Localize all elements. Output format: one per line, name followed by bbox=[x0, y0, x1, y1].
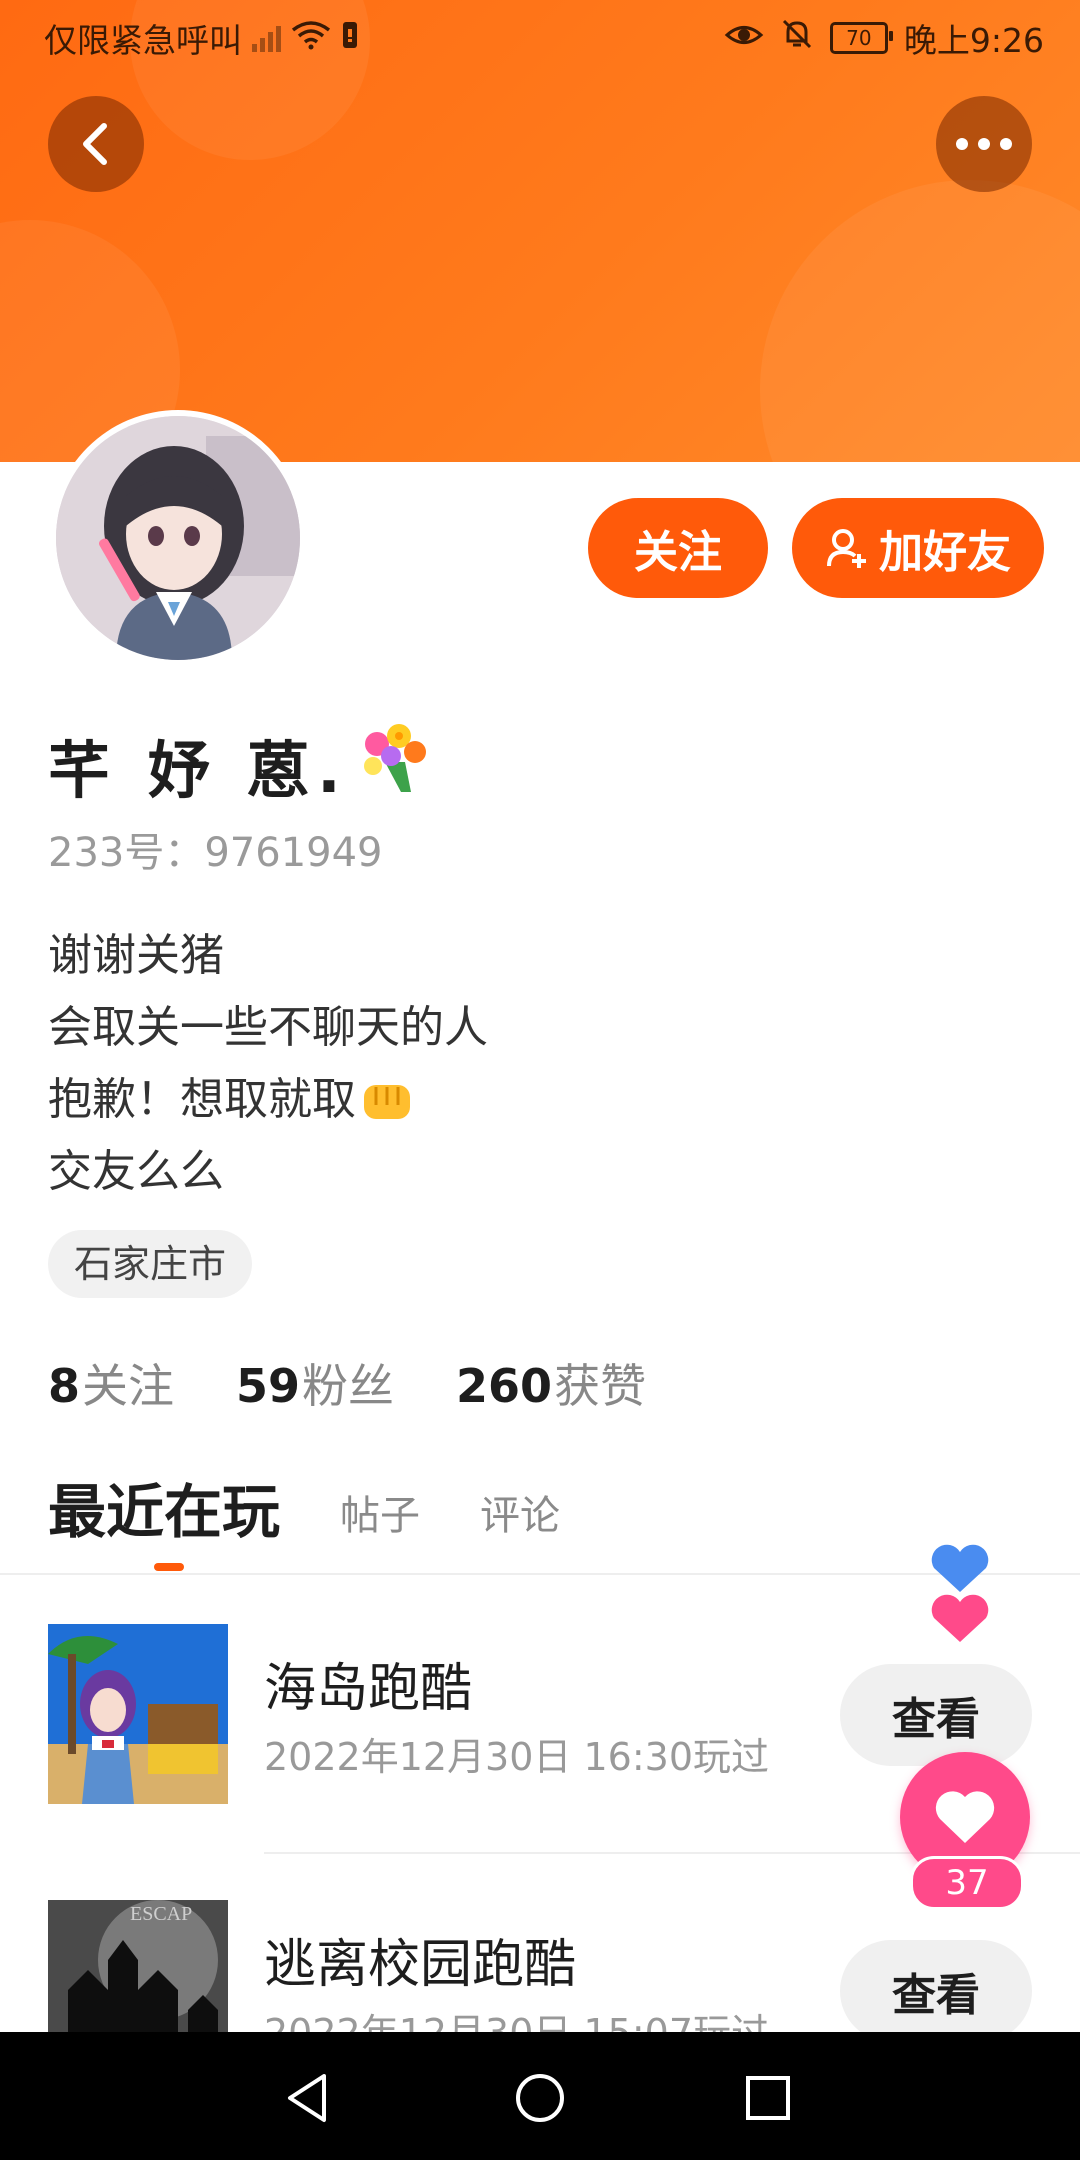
avatar[interactable] bbox=[50, 410, 306, 666]
bio-line: 会取关一些不聊天的人 bbox=[48, 1002, 488, 1053]
floating-hearts-icon bbox=[928, 1540, 992, 1654]
fist-emoji bbox=[360, 1077, 414, 1123]
bio-line: 谢谢关猪 bbox=[48, 930, 224, 981]
tab-divider bbox=[0, 1573, 1080, 1575]
add-user-icon bbox=[827, 529, 866, 568]
more-button[interactable] bbox=[936, 96, 1032, 192]
list-item[interactable]: ESCAP 逃离校园跑酷 2022年12月30日 15:07玩过 查看 bbox=[48, 1900, 1080, 2032]
user-id: 233号：9761949 bbox=[48, 830, 383, 876]
tab-posts[interactable]: 帖子 bbox=[340, 1483, 420, 1549]
sim-icon bbox=[341, 19, 359, 58]
bio-line: 交友么么 bbox=[48, 1146, 224, 1197]
game-played-time: 2022年12月30日 16:30玩过 bbox=[264, 1735, 770, 1779]
tab-indicator bbox=[154, 1563, 184, 1571]
like-count: 37 bbox=[910, 1856, 1024, 1910]
status-bar: 仅限紧急呼叫 70 晚上9:26 bbox=[0, 0, 1080, 72]
more-icon bbox=[956, 138, 1012, 150]
nav-back-icon[interactable] bbox=[284, 2072, 332, 2124]
tab-comments[interactable]: 评论 bbox=[480, 1483, 560, 1549]
tab-recent-play[interactable]: 最近在玩 bbox=[48, 1465, 280, 1549]
view-button[interactable]: 查看 bbox=[840, 1664, 1032, 1766]
tab-bar: 最近在玩 帖子 评论 bbox=[48, 1465, 560, 1549]
nav-home-icon[interactable] bbox=[514, 2072, 566, 2124]
add-friend-button[interactable]: 加好友 bbox=[792, 498, 1044, 598]
follow-button[interactable]: 关注 bbox=[588, 498, 768, 598]
clock: 晚上9:26 bbox=[903, 21, 1044, 60]
location-tag[interactable]: 石家庄市 bbox=[48, 1230, 253, 1298]
following-stat[interactable]: 8关注 bbox=[48, 1350, 174, 1416]
wifi-icon bbox=[291, 19, 331, 58]
eye-icon bbox=[724, 19, 764, 58]
battery-indicator: 70 bbox=[829, 22, 893, 54]
game-played-time: 2022年12月30日 15:07玩过 bbox=[264, 2002, 769, 2032]
profile-name-row: 芊 妤 蒽. bbox=[48, 720, 433, 810]
bell-off-icon bbox=[780, 17, 814, 59]
heart-icon bbox=[935, 1791, 995, 1843]
followers-stat[interactable]: 59粉丝 bbox=[236, 1350, 394, 1416]
system-nav-bar bbox=[0, 2032, 1080, 2160]
thumb-text: ESCAP bbox=[130, 1903, 192, 1925]
view-button[interactable]: 查看 bbox=[840, 1940, 1032, 2032]
game-thumbnail bbox=[48, 1624, 228, 1804]
back-button[interactable] bbox=[48, 96, 144, 192]
bouquet-emoji bbox=[355, 722, 433, 809]
game-title: 逃离校园跑酷 bbox=[264, 1935, 577, 1995]
signal-icon bbox=[252, 24, 281, 52]
back-icon bbox=[83, 123, 107, 165]
stats-row: 8关注 59粉丝 260获赞 bbox=[48, 1350, 646, 1416]
game-thumbnail: ESCAP bbox=[48, 1900, 228, 2032]
profile-name: 芊 妤 蒽. bbox=[48, 734, 349, 807]
game-title: 海岛跑酷 bbox=[264, 1659, 473, 1719]
bio: 谢谢关猪 会取关一些不聊天的人 抱歉！想取就取 交友么么 bbox=[48, 920, 488, 1208]
bio-line-with-emoji: 抱歉！想取就取 bbox=[48, 1064, 488, 1136]
nav-recents-icon[interactable] bbox=[744, 2074, 792, 2122]
carrier-text: 仅限紧急呼叫 bbox=[44, 21, 242, 60]
likes-stat[interactable]: 260获赞 bbox=[456, 1350, 646, 1416]
